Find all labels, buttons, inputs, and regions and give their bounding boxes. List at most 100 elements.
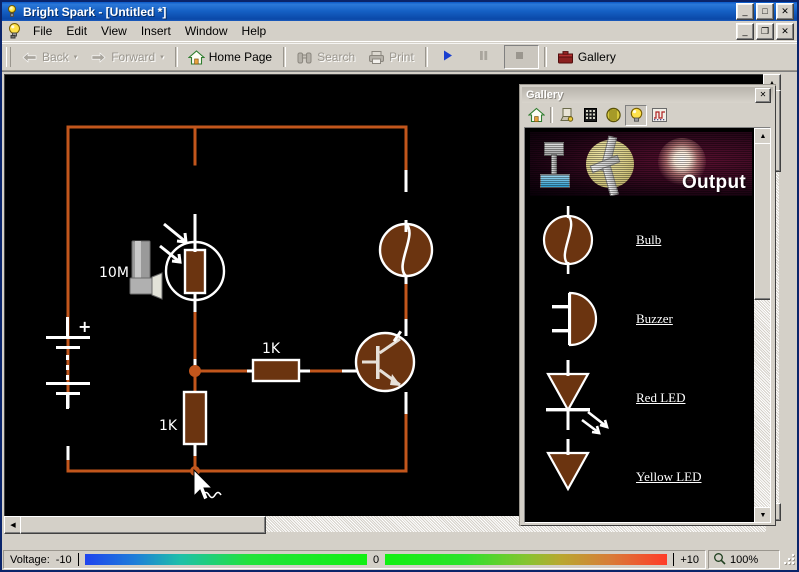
home-page-label: Home Page	[209, 50, 272, 64]
banner-label: Output	[682, 172, 746, 194]
junction-node-upper	[189, 365, 201, 377]
ldr-value-label: 10M	[99, 265, 129, 281]
home-page-button[interactable]: Home Page	[182, 45, 278, 69]
menu-window[interactable]: Window	[178, 22, 235, 40]
gallery-item-label[interactable]: Bulb	[636, 232, 661, 248]
toolbar-separator	[175, 47, 178, 67]
search-label: Search	[317, 50, 355, 64]
mdi-minimize-button[interactable]: _	[736, 23, 754, 40]
document-lightbulb-icon	[6, 22, 24, 40]
list-item[interactable]: Yellow LED	[526, 437, 754, 516]
mdi-restore-button[interactable]: ❐	[756, 23, 774, 40]
gallery-graph-icon[interactable]	[648, 105, 670, 126]
gallery-panel: Gallery ✕	[520, 85, 775, 525]
toolbar-separator-3	[425, 47, 428, 67]
maximize-button[interactable]: □	[756, 3, 774, 20]
gallery-label: Gallery	[578, 50, 616, 64]
zoom-pane[interactable]: 100%	[708, 550, 780, 569]
menu-help[interactable]: Help	[235, 22, 274, 40]
gallery-power-icon[interactable]	[579, 105, 601, 126]
gallery-vertical-scrollbar[interactable]: ▲ ▼	[754, 128, 770, 522]
gallery-item-label[interactable]: Red LED	[636, 390, 685, 406]
resize-grip[interactable]	[781, 550, 797, 569]
close-button[interactable]: ✕	[776, 3, 794, 20]
status-bar: Voltage: -10 0 +10 100%	[2, 549, 797, 570]
resistor-series-symbol	[253, 360, 299, 381]
gallery-panel-title: Gallery	[526, 89, 563, 101]
title-bar: Bright Spark - [Untitled *] _ □ ✕	[2, 2, 797, 21]
voltage-max-label: +10	[680, 554, 699, 566]
gallery-home-icon[interactable]	[525, 105, 547, 126]
pause-icon	[477, 49, 494, 66]
back-button[interactable]: Back ▾	[15, 45, 83, 69]
back-dropdown-caret[interactable]: ▾	[74, 54, 78, 61]
window-controls: _ □ ✕	[736, 3, 796, 20]
buzzer-symbol	[526, 279, 636, 358]
gallery-toolbar-separator	[550, 107, 553, 123]
stop-button[interactable]	[504, 45, 539, 69]
gallery-title-bar: Gallery ✕	[522, 87, 773, 103]
voltage-gradient-negative	[85, 554, 367, 565]
voltage-label: Voltage:	[10, 554, 50, 566]
list-item[interactable]: Buzzer	[526, 279, 754, 358]
stop-icon	[513, 49, 530, 66]
toolbar-separator-4	[544, 47, 547, 67]
print-label: Print	[389, 50, 414, 64]
doc-hscroll-thumb[interactable]	[20, 516, 266, 534]
print-button[interactable]: Print	[362, 45, 420, 69]
toolbar-separator-2	[283, 47, 286, 67]
gallery-item-label[interactable]: Buzzer	[636, 311, 673, 327]
back-label: Back	[42, 50, 69, 64]
menu-insert[interactable]: Insert	[134, 22, 178, 40]
resistor-base-label: 1K	[159, 418, 178, 434]
ldr-symbol	[160, 224, 224, 312]
menu-view[interactable]: View	[94, 22, 134, 40]
bulb-symbol-canvas	[380, 220, 432, 276]
gallery-toolbar	[522, 103, 773, 127]
magnifier-icon	[713, 552, 726, 568]
forward-button[interactable]: Forward ▾	[84, 45, 170, 69]
window-title: Bright Spark - [Untitled *]	[23, 5, 166, 19]
menu-file[interactable]: File	[26, 22, 59, 40]
toolbar-grip[interactable]	[6, 47, 11, 67]
minimize-button[interactable]: _	[736, 3, 754, 20]
forward-dropdown-caret[interactable]: ▾	[160, 54, 164, 61]
menu-edit[interactable]: Edit	[59, 22, 94, 40]
led-symbol	[526, 437, 636, 516]
pause-button[interactable]	[468, 45, 503, 69]
torch-icon	[130, 241, 162, 299]
gallery-item-label[interactable]: Yellow LED	[636, 469, 702, 485]
battery-plus-sign: +	[78, 317, 91, 336]
list-item[interactable]: Bulb	[526, 200, 754, 279]
binoculars-icon	[296, 49, 313, 66]
play-button[interactable]	[432, 45, 467, 69]
gallery-category-banner: Output	[530, 132, 752, 196]
menu-bar: File Edit View Insert Window Help _ ❐ ✕	[2, 21, 797, 42]
transistor-symbol	[356, 330, 414, 391]
list-item[interactable]: Red LED	[526, 358, 754, 437]
voltage-min-tick	[78, 553, 79, 566]
forward-label: Forward	[111, 50, 155, 64]
voltage-min-label: -10	[56, 554, 72, 566]
gallery-process-icon[interactable]	[602, 105, 624, 126]
main-toolbar: Back ▾ Forward ▾ Home Page	[2, 43, 797, 71]
gallery-input-icon[interactable]	[556, 105, 578, 126]
toolbox-icon	[557, 49, 574, 66]
led-symbol	[526, 358, 636, 437]
gallery-scroll-down-button[interactable]: ▼	[754, 507, 771, 523]
voltage-max-tick	[673, 553, 674, 566]
gallery-scroll-thumb[interactable]	[754, 143, 771, 300]
gallery-output-bulb-icon[interactable]	[625, 105, 647, 126]
mdi-child-controls: _ ❐ ✕	[736, 23, 797, 40]
gallery-button[interactable]: Gallery	[551, 45, 622, 69]
mdi-close-button[interactable]: ✕	[776, 23, 794, 40]
play-icon	[441, 49, 458, 66]
gallery-close-button[interactable]: ✕	[755, 88, 771, 103]
arrow-right-icon	[90, 49, 107, 66]
home-icon	[188, 49, 205, 66]
voltage-mid-label: 0	[373, 554, 379, 566]
zoom-level-label: 100%	[730, 554, 758, 566]
resistor-series-label: 1K	[262, 341, 281, 357]
gallery-item-list[interactable]: Output Bulb	[526, 129, 754, 521]
search-button[interactable]: Search	[290, 45, 361, 69]
